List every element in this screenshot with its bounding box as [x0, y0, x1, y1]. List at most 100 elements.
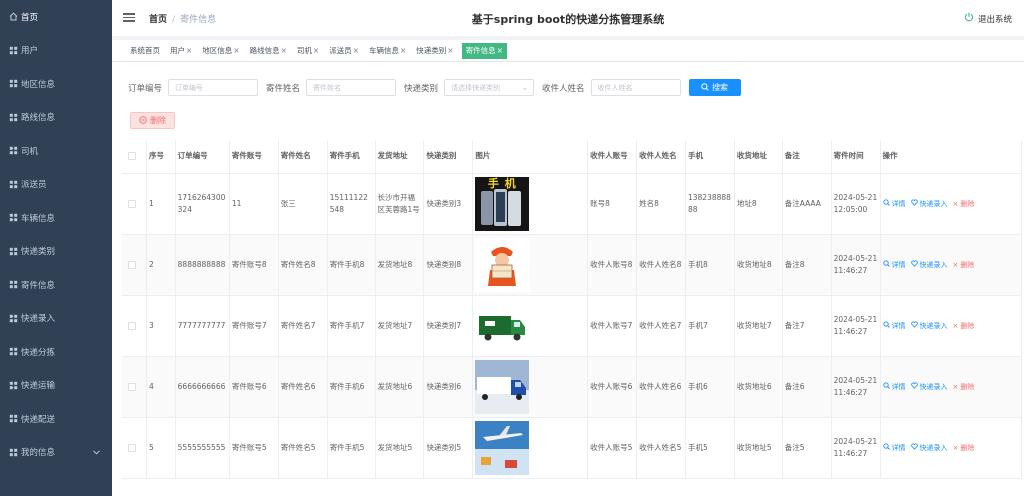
- sidebar-item-1[interactable]: 用户: [0, 34, 112, 68]
- entry-button[interactable]: 快递录入: [910, 442, 948, 454]
- entry-button[interactable]: 快递录入: [910, 320, 948, 332]
- select-all-checkbox[interactable]: [128, 152, 136, 161]
- heart-icon: [910, 442, 918, 454]
- close-icon[interactable]: ×: [313, 46, 319, 55]
- column-header[interactable]: 订单编号: [175, 140, 230, 174]
- detail-button[interactable]: 详情: [882, 381, 906, 393]
- column-header[interactable]: 图片: [472, 140, 589, 174]
- sidebar-item-10[interactable]: 快递分拣: [0, 335, 112, 369]
- sidebar-item-3[interactable]: 路线信息: [0, 101, 112, 135]
- grid-icon: [9, 146, 18, 155]
- receiver-input[interactable]: 收件人姓名: [590, 79, 681, 96]
- plane-image: [475, 420, 530, 475]
- tag-7[interactable]: 快递类别×: [414, 43, 455, 59]
- sidebar-item-7[interactable]: 快递类别: [0, 235, 112, 269]
- detail-button[interactable]: 详情: [882, 198, 906, 210]
- tag-5[interactable]: 派送员×: [327, 43, 361, 59]
- column-header[interactable]: 寄件姓名: [278, 140, 328, 174]
- table-row[interactable]: 5 5555555555 寄件账号5 寄件姓名5 寄件手机5 发货地址5 快递类别5 收件人账…: [122, 417, 1023, 479]
- logout-button[interactable]: 退出系统: [964, 12, 1012, 25]
- sidebar-item-4[interactable]: 司机: [0, 134, 112, 168]
- entry-button[interactable]: 快递录入: [910, 381, 948, 393]
- tag-label: 车辆信息: [368, 45, 399, 55]
- cell-mobile: 手机5: [685, 417, 735, 479]
- column-header[interactable]: 备注: [782, 140, 832, 174]
- order-input[interactable]: 订单编号: [168, 79, 259, 96]
- row-checkbox[interactable]: [128, 199, 136, 208]
- column-header[interactable]: 收件人姓名: [636, 140, 686, 174]
- delete-button[interactable]: × 删除: [953, 259, 975, 271]
- delete-button[interactable]: × 删除: [953, 198, 975, 210]
- tag-0[interactable]: 系统首页: [128, 43, 162, 59]
- sidebar-item-13[interactable]: 我的信息: [0, 436, 112, 470]
- row-checkbox[interactable]: [128, 260, 136, 269]
- table-row[interactable]: 1 1716264300324 11 张三 15111122548 长沙市开福区芙蓉路1号…: [122, 173, 1023, 235]
- tag-3[interactable]: 路线信息×: [248, 43, 289, 59]
- column-header[interactable]: 快递类别: [423, 140, 474, 174]
- close-icon[interactable]: ×: [233, 46, 239, 55]
- close-icon[interactable]: ×: [497, 46, 503, 55]
- sidebar-item-5[interactable]: 派送员: [0, 168, 112, 202]
- table-row[interactable]: 2 8888888888 寄件账号8 寄件姓名8 寄件手机8 发货地址8 快递类别8 收件人账…: [122, 234, 1023, 296]
- type-select[interactable]: 请选择快递类别 ⌄: [444, 79, 535, 96]
- cell-r_address: 收货地址8: [734, 234, 783, 296]
- sidebar-item-2[interactable]: 地区信息: [0, 67, 112, 101]
- select-all-cell: [122, 140, 147, 174]
- order-placeholder: 订单编号: [175, 83, 204, 92]
- sidebar-item-8[interactable]: 寄件信息: [0, 268, 112, 302]
- table-row[interactable]: 4 6666666666 寄件账号6 寄件姓名6 寄件手机6 发货地址6 快递类别6 收件人账…: [122, 356, 1023, 418]
- sidebar-item-12[interactable]: 快递配送: [0, 402, 112, 436]
- batch-delete-button[interactable]: 删除: [130, 112, 175, 129]
- sidebar-item-9[interactable]: 快递录入: [0, 302, 112, 336]
- entry-button[interactable]: 快递录入: [910, 259, 948, 271]
- detail-button[interactable]: 详情: [882, 320, 906, 332]
- tag-8[interactable]: 寄件信息×: [461, 42, 507, 59]
- column-header[interactable]: 序号: [146, 140, 176, 174]
- table-header: 序号 订单编号 寄件账号 寄件姓名 寄件手机 发货地址 快递类别 图片 收件人账号 收件人姓名 手机…: [122, 140, 1023, 174]
- detail-button[interactable]: 详情: [882, 259, 906, 271]
- grid-icon: [9, 381, 18, 390]
- column-header[interactable]: 寄件时间: [831, 140, 881, 174]
- close-icon[interactable]: ×: [447, 46, 453, 55]
- column-header[interactable]: 操作: [880, 140, 1023, 174]
- column-header[interactable]: 手机: [685, 140, 735, 174]
- image-wrap: [475, 420, 530, 475]
- entry-button[interactable]: 快递录入: [910, 198, 948, 210]
- column-header[interactable]: 收货地址: [734, 140, 783, 174]
- delete-button[interactable]: × 删除: [953, 442, 975, 454]
- cell-type: 快递类别7: [423, 295, 474, 357]
- cell-order: 1716264300324: [175, 173, 230, 235]
- cell-image: 手 机: [472, 173, 589, 235]
- column-header[interactable]: 寄件账号: [229, 140, 279, 174]
- detail-label: 详情: [891, 382, 906, 391]
- delete-button[interactable]: × 删除: [953, 381, 975, 393]
- sidebar-item-11[interactable]: 快递运输: [0, 369, 112, 403]
- tag-1[interactable]: 用户×: [168, 43, 194, 59]
- detail-button[interactable]: 详情: [882, 442, 906, 454]
- close-icon[interactable]: ×: [281, 46, 287, 55]
- sender-input[interactable]: 寄件姓名: [306, 79, 397, 96]
- image-wrap: [475, 359, 530, 414]
- delete-button[interactable]: × 删除: [953, 320, 975, 332]
- search-button[interactable]: 搜索: [688, 79, 741, 96]
- sidebar-item-6[interactable]: 车辆信息: [0, 201, 112, 235]
- tag-label: 司机: [296, 45, 312, 55]
- delete-label: 删除: [960, 382, 975, 391]
- row-checkbox[interactable]: [128, 321, 136, 330]
- tag-2[interactable]: 地区信息×: [200, 43, 241, 59]
- cell-address: 发货地址8: [375, 234, 425, 296]
- close-icon[interactable]: ×: [400, 46, 406, 55]
- close-icon[interactable]: ×: [186, 46, 192, 55]
- sidebar-item-0[interactable]: 首页: [0, 0, 112, 34]
- column-header[interactable]: 发货地址: [375, 140, 425, 174]
- column-header[interactable]: 收件人账号: [587, 140, 638, 174]
- row-checkbox[interactable]: [128, 382, 136, 391]
- row-checkbox[interactable]: [128, 443, 136, 452]
- column-header[interactable]: 寄件手机: [327, 140, 376, 174]
- close-icon[interactable]: ×: [353, 46, 359, 55]
- tag-6[interactable]: 车辆信息×: [367, 43, 408, 59]
- tag-label: 路线信息: [249, 45, 280, 55]
- tag-4[interactable]: 司机×: [295, 43, 321, 59]
- sidebar-item-label: 快递配送: [21, 414, 56, 425]
- table-row[interactable]: 3 7777777777 寄件账号7 寄件姓名7 寄件手机7 发货地址7 快递类别7 收件人账…: [122, 295, 1023, 357]
